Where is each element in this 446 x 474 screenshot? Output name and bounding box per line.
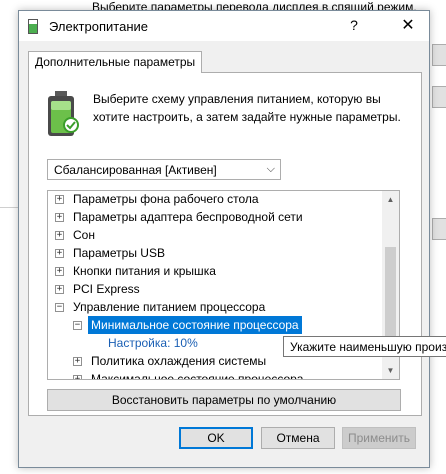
tooltip: Укажите наименьшую произ xyxy=(283,336,446,357)
expand-icon[interactable]: + xyxy=(55,285,64,294)
help-button[interactable]: ? xyxy=(339,17,369,33)
expand-icon[interactable]: + xyxy=(55,231,64,240)
tree-item-label: Параметры USB xyxy=(73,246,165,260)
expand-icon[interactable]: + xyxy=(73,375,82,379)
scroll-down-icon[interactable]: ▼ xyxy=(382,362,399,379)
restore-defaults-button[interactable]: Восстановить параметры по умолчанию xyxy=(47,389,401,411)
tree-item-label: Кнопки питания и крышка xyxy=(73,264,216,278)
settings-panel: Выберите схему управления питанием, кото… xyxy=(28,72,422,416)
expand-icon[interactable]: + xyxy=(55,267,64,276)
tree-item-label: Минимальное состояние процессора xyxy=(88,316,302,334)
tree-item-label: Параметры фона рабочего стола xyxy=(73,192,259,206)
tree-item-label: PCI Express xyxy=(73,282,140,296)
power-options-dialog: Электропитание ? ✕ Дополнительные параме… xyxy=(18,10,430,468)
expand-icon[interactable]: + xyxy=(55,195,64,204)
chevron-down-icon: ⌵ xyxy=(266,163,275,175)
tree-item-label: Сон xyxy=(73,228,95,242)
battery-icon xyxy=(48,91,79,136)
scroll-thumb[interactable] xyxy=(385,247,396,343)
tab-advanced-settings[interactable]: Дополнительные параметры xyxy=(28,51,203,73)
close-button[interactable]: ✕ xyxy=(393,15,423,35)
collapse-icon[interactable]: − xyxy=(55,303,64,312)
battery-app-icon xyxy=(28,19,38,34)
expand-icon[interactable]: + xyxy=(55,249,64,258)
expand-icon[interactable]: + xyxy=(55,213,64,222)
background-button[interactable] xyxy=(432,44,446,66)
tree-item-label: Политика охлаждения системы xyxy=(91,354,267,368)
cancel-button[interactable]: Отмена xyxy=(261,427,335,449)
tree-item-label: Управление питанием процессора xyxy=(73,300,266,314)
tree-item-label: Параметры адаптера беспроводной сети xyxy=(73,210,303,224)
title-bar[interactable]: Электропитание ? ✕ xyxy=(19,11,429,41)
apply-button[interactable]: Применить xyxy=(342,427,416,449)
background-button[interactable] xyxy=(432,218,446,240)
setting-value: Настройка: 10% xyxy=(108,336,198,350)
ok-button[interactable]: OK xyxy=(179,427,253,449)
dialog-title: Электропитание xyxy=(49,19,148,34)
tree-item-label: Максимальное состояние процессора xyxy=(91,372,304,380)
scroll-up-icon[interactable]: ▲ xyxy=(382,191,399,208)
power-plan-select[interactable]: Сбалансированная [Активен] ⌵ xyxy=(47,159,281,180)
expand-icon[interactable]: + xyxy=(73,357,82,366)
power-plan-value: Сбалансированная [Активен] xyxy=(54,163,217,177)
collapse-icon[interactable]: − xyxy=(73,321,82,330)
background-divider xyxy=(0,207,20,208)
description-text: Выберите схему управления питанием, кото… xyxy=(93,92,401,124)
background-button[interactable] xyxy=(432,86,446,108)
